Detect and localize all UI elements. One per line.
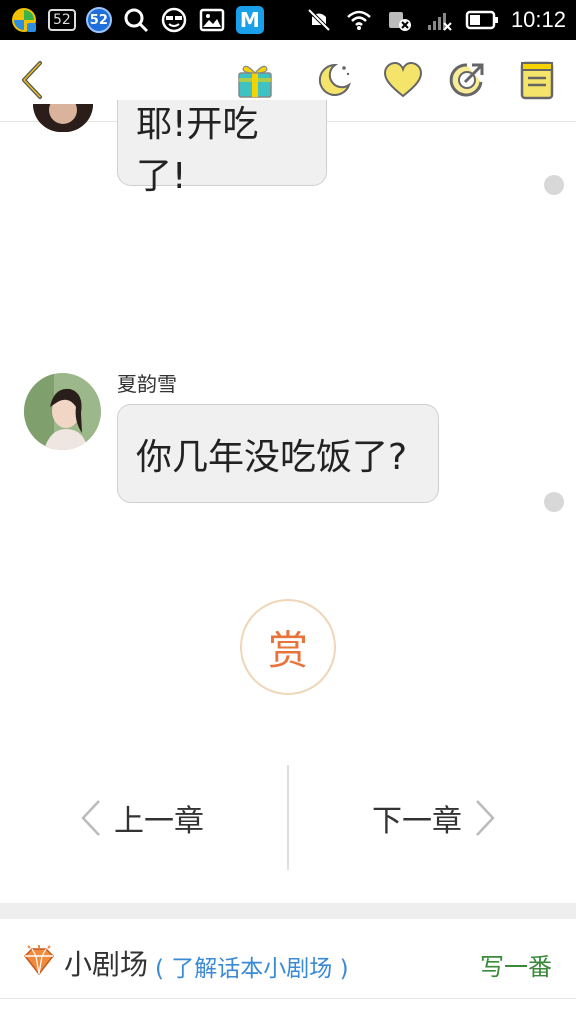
- message-text: 耶!开吃了!: [136, 103, 259, 197]
- catalog-button[interactable]: [515, 58, 559, 102]
- sim-icon: [385, 6, 413, 34]
- theater-title: 小剧场: [64, 948, 149, 981]
- status-bar-notifications: 52 52 M: [10, 4, 264, 36]
- theater-info-link[interactable]: ( 了解话本小剧场 ): [155, 949, 349, 983]
- prev-chapter-label: 上一章: [114, 804, 204, 839]
- notification-badge-icon: 52: [48, 9, 76, 31]
- chevron-left-icon: [81, 800, 100, 836]
- night-mode-button[interactable]: [311, 58, 355, 102]
- status-bar: 52 52 M 10:12: [0, 0, 576, 40]
- battery-icon: [465, 6, 499, 34]
- prev-chapter-button[interactable]: 上一章: [80, 795, 204, 841]
- chevron-right-icon: [476, 800, 495, 836]
- avatar[interactable]: [33, 104, 93, 132]
- like-button[interactable]: [381, 58, 425, 102]
- message-bubble[interactable]: 耶!开吃了!: [117, 100, 327, 197]
- moon-icon: [318, 63, 351, 96]
- back-button[interactable]: [12, 58, 52, 102]
- message-bubble[interactable]: 你几年没吃饭了?: [117, 404, 439, 503]
- write-button[interactable]: 写一番: [480, 947, 552, 982]
- share-button[interactable]: [445, 58, 489, 102]
- diamond-icon: [24, 945, 54, 976]
- chevron-left-icon: [22, 61, 42, 99]
- wifi-icon: [345, 6, 373, 34]
- app-360-icon: [10, 6, 38, 34]
- notification-circle-icon: 52: [85, 7, 112, 33]
- book-icon: [520, 61, 554, 100]
- share-icon: [449, 63, 484, 97]
- face-glasses-icon: [160, 6, 188, 34]
- gallery-icon: [198, 6, 226, 34]
- search-icon: [122, 6, 150, 34]
- chapter-navigation: 上一章 下一章: [0, 765, 576, 870]
- sender-name: 夏韵雪: [117, 372, 177, 396]
- next-chapter-button[interactable]: 下一章: [372, 795, 496, 841]
- divider: [287, 765, 289, 870]
- theater-section: 小剧场 ( 了解话本小剧场 ) 写一番: [0, 919, 576, 999]
- avatar[interactable]: [24, 373, 101, 450]
- mute-icon: [305, 6, 333, 34]
- section-divider: [0, 903, 576, 919]
- signal-icon: [425, 6, 453, 34]
- comment-dot[interactable]: [544, 175, 564, 195]
- status-time: 10:12: [510, 7, 566, 32]
- reward-button[interactable]: 赏: [240, 599, 336, 695]
- status-bar-system: 10:12: [305, 4, 566, 36]
- app-m-icon: M: [235, 6, 264, 34]
- next-chapter-label: 下一章: [372, 804, 462, 839]
- reward-label: 赏: [268, 628, 308, 674]
- heart-icon: [383, 61, 423, 98]
- message-text: 你几年没吃饭了?: [136, 436, 408, 478]
- comment-dot[interactable]: [544, 492, 564, 512]
